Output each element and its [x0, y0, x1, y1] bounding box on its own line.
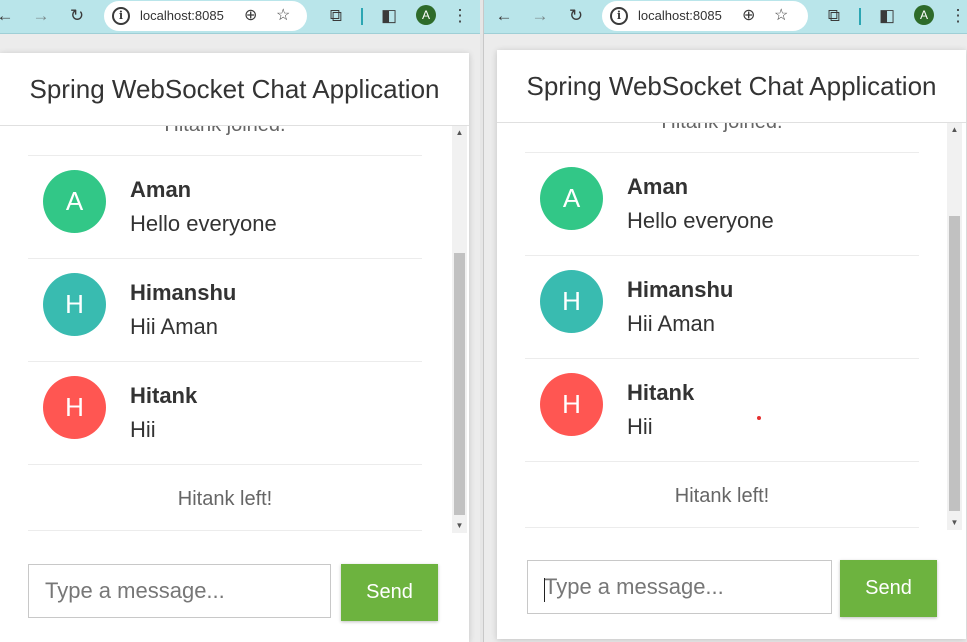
message-list: Hitank joined. A Aman Hello everyone H H…	[525, 123, 919, 528]
message-scrollbar[interactable]: ▲ ▼	[947, 123, 962, 530]
chat-message: H Himanshu Hii Aman	[525, 256, 919, 359]
text-caret	[544, 578, 545, 602]
chat-message: H Hitank Hii	[525, 359, 919, 462]
message-input[interactable]	[527, 560, 832, 614]
address-bar[interactable]: i localhost:8085 ⊕ ☆	[104, 1, 307, 31]
avatar: H	[43, 376, 106, 439]
event-message: Hitank joined.	[525, 123, 919, 153]
browser-window-left: ← → ↻ i localhost:8085 ⊕ ☆ ⧉ ◧ A ⋮ Sprin…	[0, 0, 480, 642]
sender-name: Himanshu	[627, 277, 734, 302]
avatar: A	[540, 167, 603, 230]
info-icon[interactable]: i	[112, 7, 130, 25]
profile-avatar[interactable]: A	[416, 5, 436, 25]
chat-container: Spring WebSocket Chat Application Hitank…	[0, 53, 469, 642]
event-message: Hitank left!	[525, 462, 919, 528]
sender-name: Aman	[627, 174, 689, 199]
scroll-down-icon[interactable]: ▼	[947, 516, 962, 530]
avatar: H	[540, 373, 603, 436]
side-panel-icon[interactable]: ◧	[876, 5, 898, 27]
reload-icon[interactable]: ↻	[66, 5, 88, 27]
message-scrollbar[interactable]: ▲ ▼	[452, 126, 467, 533]
chat-message: A Aman Hello everyone	[28, 156, 422, 259]
sender-name: Himanshu	[130, 280, 237, 305]
avatar: H	[43, 273, 106, 336]
message-list: Hitank joined. A Aman Hello everyone H H…	[28, 126, 422, 531]
send-button[interactable]: Send	[341, 564, 438, 621]
event-message: Hitank left!	[28, 465, 422, 531]
message-text: Hii Aman	[627, 311, 716, 336]
side-panel-icon[interactable]: ◧	[378, 5, 400, 27]
chat-message: H Himanshu Hii Aman	[28, 259, 422, 362]
avatar: H	[540, 270, 603, 333]
sender-name: Aman	[130, 177, 192, 202]
browser-toolbar: ← → ↻ i localhost:8085 ⊕ ☆ ⧉ ◧ A ⋮	[484, 0, 967, 34]
message-text: Hii Aman	[130, 314, 219, 339]
message-form: Send	[497, 530, 966, 639]
chat-header: Spring WebSocket Chat Application	[0, 53, 469, 126]
kebab-menu-icon[interactable]: ⋮	[947, 5, 967, 27]
mouse-cursor-dot	[757, 416, 761, 420]
star-icon[interactable]: ☆	[276, 5, 290, 25]
scroll-up-icon[interactable]: ▲	[947, 123, 962, 137]
toolbar-divider	[859, 8, 861, 25]
chat-message: A Aman Hello everyone	[525, 153, 919, 256]
star-icon[interactable]: ☆	[774, 5, 788, 25]
chat-header: Spring WebSocket Chat Application	[497, 50, 966, 123]
chat-message: H Hitank Hii	[28, 362, 422, 465]
back-icon[interactable]: ←	[0, 5, 16, 27]
message-area[interactable]: Hitank joined. A Aman Hello everyone H H…	[0, 126, 469, 533]
address-bar[interactable]: i localhost:8085 ⊕ ☆	[602, 1, 808, 31]
chat-container: Spring WebSocket Chat Application Hitank…	[497, 50, 966, 639]
url-text: localhost:8085	[140, 8, 224, 23]
back-icon[interactable]: ←	[493, 5, 515, 27]
avatar: A	[43, 170, 106, 233]
scrollbar-thumb[interactable]	[454, 253, 465, 515]
send-button[interactable]: Send	[840, 560, 937, 617]
message-input[interactable]	[28, 564, 331, 618]
toolbar-divider	[361, 8, 363, 25]
scroll-up-icon[interactable]: ▲	[452, 126, 467, 140]
forward-icon[interactable]: →	[30, 5, 52, 27]
forward-icon[interactable]: →	[529, 5, 551, 27]
reload-icon[interactable]: ↻	[565, 5, 587, 27]
browser-toolbar: ← → ↻ i localhost:8085 ⊕ ☆ ⧉ ◧ A ⋮	[0, 0, 480, 34]
message-text: Hii	[627, 414, 653, 439]
message-text: Hello everyone	[627, 208, 774, 233]
page-title: Spring WebSocket Chat Application	[526, 71, 937, 101]
info-icon[interactable]: i	[610, 7, 628, 25]
event-message: Hitank joined.	[28, 126, 422, 156]
browser-window-right: ← → ↻ i localhost:8085 ⊕ ☆ ⧉ ◧ A ⋮ Sprin…	[483, 0, 967, 642]
message-form: Send	[0, 533, 469, 642]
profile-avatar[interactable]: A	[914, 5, 934, 25]
scrollbar-thumb[interactable]	[949, 216, 960, 511]
kebab-menu-icon[interactable]: ⋮	[449, 5, 471, 27]
puzzle-icon[interactable]: ⧉	[325, 5, 347, 27]
zoom-icon[interactable]: ⊕	[742, 5, 755, 25]
page-title: Spring WebSocket Chat Application	[29, 74, 440, 104]
url-text: localhost:8085	[638, 8, 722, 23]
sender-name: Hitank	[130, 383, 198, 408]
message-area[interactable]: Hitank joined. A Aman Hello everyone H H…	[497, 123, 966, 530]
zoom-icon[interactable]: ⊕	[244, 5, 257, 25]
puzzle-icon[interactable]: ⧉	[823, 5, 845, 27]
sender-name: Hitank	[627, 380, 695, 405]
scroll-down-icon[interactable]: ▼	[452, 519, 467, 533]
message-text: Hii	[130, 417, 156, 442]
message-text: Hello everyone	[130, 211, 277, 236]
